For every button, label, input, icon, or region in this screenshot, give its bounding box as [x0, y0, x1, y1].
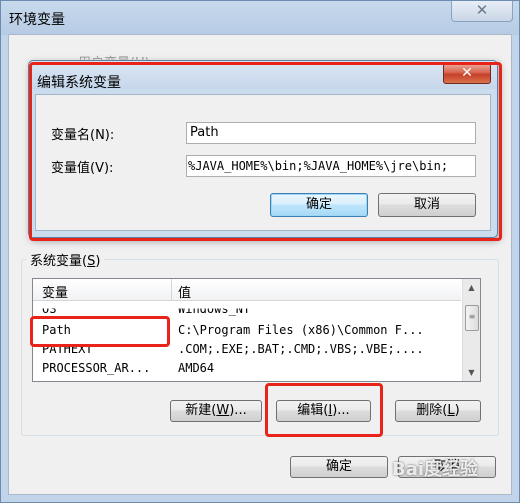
new-button[interactable]: 新建(W)... — [170, 400, 262, 422]
table-row[interactable]: PROCESSOR_AR... AMD64 — [33, 359, 461, 378]
column-header-variable[interactable]: 变量 — [42, 282, 68, 301]
delete-button[interactable]: 删除(L) — [395, 400, 481, 422]
close-icon[interactable]: ✕ — [451, 1, 513, 22]
table-header: 变量 值 — [33, 279, 461, 301]
column-header-value[interactable]: 值 — [178, 282, 191, 301]
column-separator[interactable] — [171, 279, 172, 300]
scroll-down-icon[interactable]: ▼ — [463, 364, 480, 381]
watermark-logo: Bai度经验 — [392, 459, 479, 480]
annotation-dialog-highlight — [29, 62, 502, 241]
annotation-path-row-highlight — [30, 316, 170, 347]
annotation-edit-button-highlight — [265, 383, 383, 437]
vertical-scrollbar[interactable]: ▲ ≡ ▼ — [462, 279, 480, 381]
window-title: 环境变量 — [9, 12, 65, 28]
scroll-up-icon[interactable]: ▲ — [463, 279, 480, 296]
ok-button[interactable]: 确定 — [290, 456, 388, 478]
system-variables-label: 系统变量(S) — [26, 250, 105, 269]
scroll-thumb[interactable]: ≡ — [465, 305, 479, 331]
